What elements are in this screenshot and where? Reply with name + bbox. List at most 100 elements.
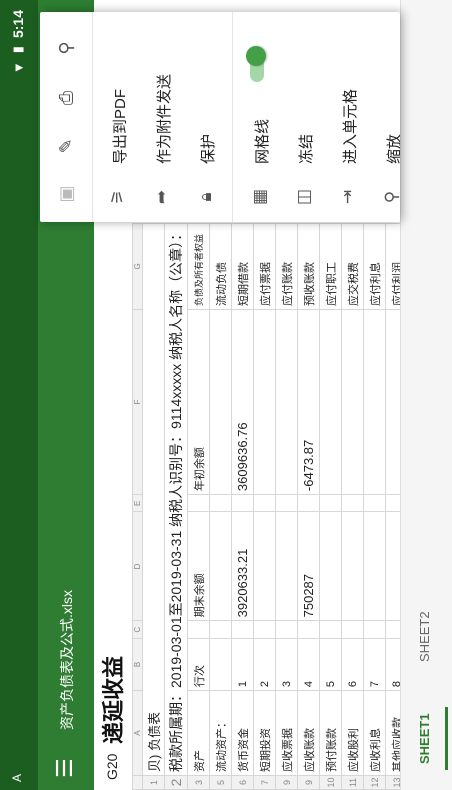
menu-item-enter-cell[interactable]: ⇥ 进入单元格: [326, 12, 370, 222]
save-icon[interactable]: ▣: [54, 182, 78, 206]
cell[interactable]: 负债及所有者权益: [187, 223, 210, 310]
cell[interactable]: [385, 494, 400, 512]
gridlines-toggle[interactable]: [246, 46, 266, 82]
cell[interactable]: [209, 620, 232, 639]
cell[interactable]: 2: [253, 638, 276, 691]
cell[interactable]: [341, 494, 364, 512]
cell[interactable]: 7: [363, 638, 386, 691]
menu-item-freeze[interactable]: ◫ 冻结: [282, 12, 326, 222]
col-header[interactable]: B: [132, 638, 143, 691]
cell[interactable]: -6473.87: [297, 309, 320, 495]
cell[interactable]: 3: [275, 638, 298, 691]
cell[interactable]: [385, 620, 400, 639]
col-header[interactable]: A: [132, 690, 143, 776]
cell[interactable]: [341, 620, 364, 639]
row-header[interactable]: 6: [231, 775, 254, 790]
cell[interactable]: 其他应收款: [385, 690, 400, 776]
row-header[interactable]: 9: [297, 775, 320, 790]
cell[interactable]: 期末余额: [187, 511, 210, 621]
cell[interactable]: 流动负债: [209, 223, 232, 310]
tab-sheet1[interactable]: SHEET1: [417, 713, 432, 764]
cell[interactable]: 年初余额: [187, 309, 210, 495]
col-header[interactable]: F: [132, 309, 143, 495]
cell[interactable]: [341, 511, 364, 621]
cell[interactable]: 应收利息: [363, 690, 386, 776]
print-icon[interactable]: ⎙: [54, 86, 78, 110]
cell[interactable]: [275, 620, 298, 639]
cell[interactable]: 预付账款: [319, 690, 342, 776]
cell[interactable]: [209, 309, 232, 495]
cell[interactable]: 应付利息: [363, 223, 386, 310]
cell[interactable]: 短期借款: [231, 223, 254, 310]
cell[interactable]: 应收票据: [275, 690, 298, 776]
menu-item-protect[interactable]: 🔒︎ 保护: [184, 12, 228, 222]
cell[interactable]: 6: [341, 638, 364, 691]
cell[interactable]: 短期投资: [253, 690, 276, 776]
cell[interactable]: [363, 511, 386, 621]
cell[interactable]: 应交税费: [341, 223, 364, 310]
cell[interactable]: 750287: [297, 511, 320, 621]
cell[interactable]: [363, 494, 386, 512]
col-header[interactable]: G: [132, 223, 143, 310]
cell[interactable]: [385, 511, 400, 621]
search-icon[interactable]: ⚲: [54, 36, 78, 60]
row-header[interactable]: 10: [319, 775, 342, 790]
cell[interactable]: [319, 620, 342, 639]
cell[interactable]: [319, 511, 342, 621]
cell[interactable]: 3609636.76: [231, 309, 254, 495]
cell[interactable]: 8: [385, 638, 400, 691]
cell[interactable]: 应付利润: [385, 223, 400, 310]
row-header[interactable]: 2: [164, 775, 188, 790]
cell[interactable]: [253, 511, 276, 621]
tab-sheet2[interactable]: SHEET2: [417, 611, 432, 662]
cell[interactable]: 贝) 负债表: [142, 223, 165, 776]
row-header[interactable]: 5: [209, 775, 232, 790]
row-header[interactable]: 13: [385, 775, 400, 790]
cell[interactable]: 资产: [187, 690, 210, 776]
cell[interactable]: [275, 511, 298, 621]
row-header[interactable]: 11: [341, 775, 364, 790]
cell[interactable]: [187, 494, 210, 512]
menu-item-send-attachment[interactable]: ➦ 作为附件发送: [140, 12, 184, 222]
corner-cell[interactable]: [132, 775, 143, 790]
cell-content[interactable]: 递延收益: [96, 656, 128, 744]
row-header[interactable]: 12: [363, 775, 386, 790]
sheet-table[interactable]: A B C D E F G 1 贝) 负债表 2 税款所属期：2019-03-0…: [132, 223, 400, 790]
cell[interactable]: 应付职工: [319, 223, 342, 310]
cell[interactable]: [253, 494, 276, 512]
row-header[interactable]: 1: [142, 775, 165, 790]
cell[interactable]: 1: [231, 638, 254, 691]
cell[interactable]: 4: [297, 638, 320, 691]
cell[interactable]: 5: [319, 638, 342, 691]
cell[interactable]: [253, 309, 276, 495]
cell[interactable]: [187, 620, 210, 639]
cell[interactable]: [297, 494, 320, 512]
col-header[interactable]: E: [132, 494, 143, 512]
cell[interactable]: 货币资金: [231, 690, 254, 776]
menu-item-zoom[interactable]: ⚲ 缩放: [370, 12, 400, 222]
col-header[interactable]: D: [132, 511, 143, 621]
cell[interactable]: 税款所属期：2019-03-01至2019-03-31 纳税人识别号：9114x…: [164, 223, 188, 776]
cell[interactable]: 应收股利: [341, 690, 364, 776]
cell[interactable]: 应收账款: [297, 690, 320, 776]
cell[interactable]: [385, 309, 400, 495]
cell[interactable]: [275, 309, 298, 495]
cell[interactable]: [319, 309, 342, 495]
cell[interactable]: [297, 620, 320, 639]
cell[interactable]: [209, 511, 232, 621]
cell[interactable]: 应付账款: [275, 223, 298, 310]
cell[interactable]: [363, 309, 386, 495]
cell[interactable]: [363, 620, 386, 639]
row-header[interactable]: 3: [187, 775, 210, 790]
cell[interactable]: [253, 620, 276, 639]
cell[interactable]: [341, 309, 364, 495]
col-header[interactable]: C: [132, 620, 143, 639]
menu-icon[interactable]: ☰: [52, 758, 78, 778]
cell[interactable]: [275, 494, 298, 512]
cell[interactable]: [209, 638, 232, 691]
cell[interactable]: [209, 494, 232, 512]
cell[interactable]: 流动资产：: [209, 690, 232, 776]
cell[interactable]: 3920633.21: [231, 511, 254, 621]
cell[interactable]: [319, 494, 342, 512]
row-header[interactable]: 9: [275, 775, 298, 790]
